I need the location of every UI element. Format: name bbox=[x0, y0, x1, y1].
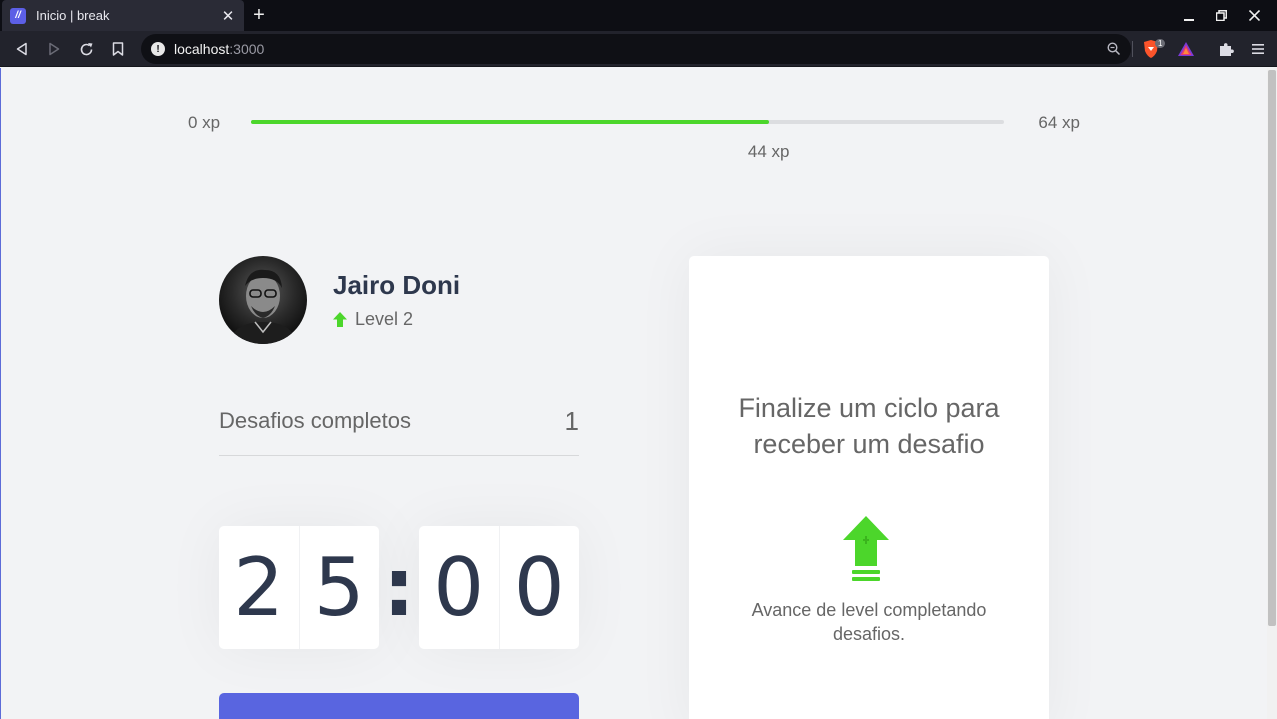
close-icon bbox=[1249, 10, 1260, 21]
xp-min-label: 0 xp bbox=[188, 113, 221, 132]
shields-count-badge: 1 bbox=[1155, 39, 1166, 48]
seconds-box: 0 0 bbox=[419, 526, 579, 649]
tab-close-icon[interactable]: ✕ bbox=[220, 7, 236, 25]
profile-level: Level 2 bbox=[333, 309, 460, 330]
forward-button[interactable] bbox=[43, 38, 65, 60]
challenge-title: Finalize um ciclo para receber um desafi… bbox=[738, 393, 1000, 459]
minimize-icon bbox=[1183, 18, 1194, 21]
brave-rewards-button[interactable] bbox=[1175, 38, 1197, 60]
minimize-button[interactable] bbox=[1172, 0, 1205, 31]
completed-challenges-label: Desafios completos bbox=[219, 408, 411, 433]
xp-max-label: 64 xp bbox=[1038, 113, 1080, 132]
tab-bar: // Inicio | break ✕ + bbox=[0, 0, 1277, 31]
url-text[interactable]: localhost:3000 bbox=[174, 41, 264, 57]
site-favicon-icon: // bbox=[10, 7, 26, 24]
extensions-button[interactable] bbox=[1215, 38, 1237, 60]
forward-icon bbox=[49, 42, 60, 56]
bookmark-icon bbox=[112, 42, 124, 56]
completed-challenges-count: 1 bbox=[564, 406, 579, 436]
page-scrollbar[interactable] bbox=[1267, 68, 1277, 719]
xp-current-label: 44 xp bbox=[747, 142, 790, 161]
brave-shields-button[interactable]: 1 bbox=[1140, 38, 1166, 60]
new-tab-button[interactable]: + bbox=[249, 4, 269, 26]
tab-title: Inicio | break bbox=[36, 8, 110, 23]
profile-level-label: Level 2 bbox=[355, 309, 414, 329]
experience-bar: 0 xp 44 xp 64 xp bbox=[188, 110, 1080, 161]
level-up-icon bbox=[841, 514, 891, 587]
rewards-triangle-icon bbox=[1178, 42, 1194, 56]
restore-icon bbox=[1216, 10, 1227, 21]
challenge-box: Finalize um ciclo para receber um desafi… bbox=[689, 256, 1049, 719]
window-controls bbox=[1172, 0, 1271, 31]
second-ones-digit: 0 bbox=[513, 541, 565, 634]
profile-info: Jairo Doni Level 2 bbox=[333, 270, 460, 330]
back-icon bbox=[16, 42, 27, 56]
profile-name: Jairo Doni bbox=[333, 270, 461, 300]
back-button[interactable] bbox=[11, 38, 33, 60]
countdown-timer: 2 5 : 0 0 bbox=[219, 526, 579, 649]
reload-button[interactable] bbox=[75, 38, 97, 60]
challenge-subtitle: Avance de level completando desafios. bbox=[751, 600, 987, 644]
restore-button[interactable] bbox=[1205, 0, 1238, 31]
level-up-arrow-icon bbox=[333, 312, 347, 327]
close-window-button[interactable] bbox=[1238, 0, 1271, 31]
page-content: 0 xp 44 xp 64 xp Jairo Doni Level 2 Desa… bbox=[0, 68, 1267, 719]
navigation-bar: ! localhost:3000 1 bbox=[0, 31, 1277, 67]
zoom-icon[interactable] bbox=[1107, 42, 1121, 61]
address-bar[interactable]: ! localhost:3000 bbox=[141, 34, 1131, 64]
second-tens-digit: 0 bbox=[419, 526, 500, 649]
bookmark-button[interactable] bbox=[107, 38, 129, 60]
user-photo-icon bbox=[229, 269, 297, 344]
start-cycle-button[interactable] bbox=[219, 693, 579, 719]
hamburger-icon bbox=[1252, 44, 1264, 54]
completed-challenges: Desafios completos 1 bbox=[219, 390, 579, 456]
xp-track: 44 xp bbox=[251, 120, 1004, 161]
toolbar-divider bbox=[1132, 41, 1133, 57]
browser-tab[interactable]: // Inicio | break ✕ bbox=[2, 0, 244, 31]
profile: Jairo Doni Level 2 bbox=[219, 256, 460, 344]
xp-progress-fill bbox=[251, 120, 769, 124]
avatar bbox=[219, 256, 307, 344]
puzzle-icon bbox=[1220, 43, 1234, 56]
scrollbar-thumb[interactable] bbox=[1268, 70, 1276, 626]
minute-tens-digit: 2 bbox=[219, 526, 300, 649]
minute-ones-digit: 5 bbox=[313, 541, 365, 634]
menu-button[interactable] bbox=[1247, 38, 1269, 60]
reload-icon bbox=[80, 42, 92, 55]
time-separator: : bbox=[383, 541, 415, 634]
site-info-icon[interactable]: ! bbox=[151, 42, 165, 56]
minutes-box: 2 5 bbox=[219, 526, 379, 649]
